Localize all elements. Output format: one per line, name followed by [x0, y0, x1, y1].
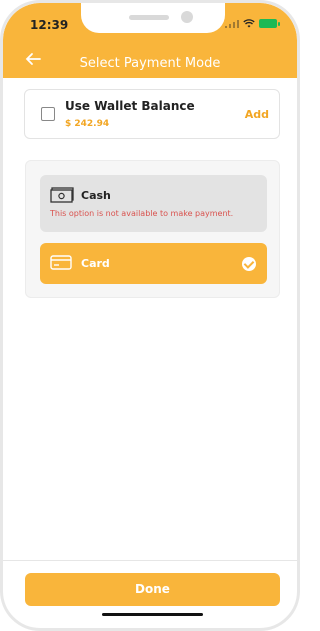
- cash-icon: [50, 187, 74, 203]
- card-label: Card: [81, 257, 110, 270]
- wallet-amount: $ 242.94: [65, 119, 110, 129]
- speaker: [129, 15, 169, 20]
- signal-icon: [225, 19, 239, 28]
- payment-option-cash[interactable]: Cash This option is not available to mak…: [40, 175, 267, 232]
- header-bar: 12:39 Select Payment Mode: [3, 3, 297, 78]
- card-icon: [50, 255, 72, 270]
- wallet-balance-row[interactable]: Use Wallet Balance $ 242.94 Add: [24, 89, 280, 139]
- home-indicator: [102, 613, 203, 616]
- wallet-label: Use Wallet Balance: [65, 99, 195, 113]
- notch: [81, 3, 225, 33]
- camera: [181, 11, 193, 23]
- status-time: 12:39: [30, 18, 69, 32]
- cash-label: Cash: [81, 189, 111, 202]
- done-button[interactable]: Done: [25, 573, 280, 606]
- status-icons: [225, 19, 280, 28]
- payment-option-card[interactable]: Card: [40, 243, 267, 284]
- phone-frame: 12:39 Select Payment Mode Use Wallet Bal…: [0, 0, 300, 631]
- page-title: Select Payment Mode: [79, 56, 221, 71]
- payment-options-panel: Cash This option is not available to mak…: [25, 160, 280, 298]
- wifi-icon: [243, 19, 255, 28]
- add-money-link[interactable]: Add: [245, 108, 269, 121]
- cash-unavailable-message: This option is not available to make pay…: [50, 209, 234, 218]
- checkmark-icon: [242, 257, 256, 271]
- battery-icon: [259, 19, 280, 28]
- wallet-checkbox[interactable]: [41, 107, 55, 121]
- footer-divider: [3, 560, 297, 561]
